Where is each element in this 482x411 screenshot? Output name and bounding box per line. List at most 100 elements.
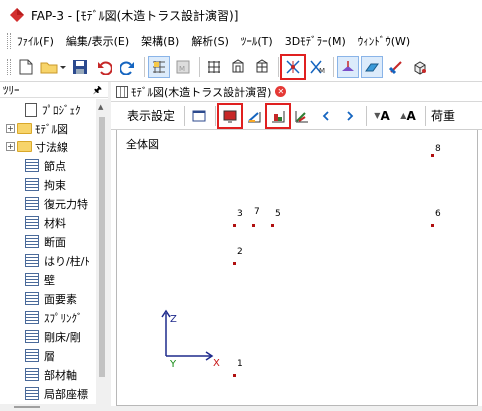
node-point[interactable]	[431, 224, 434, 227]
support-node-button[interactable]	[280, 53, 306, 80]
expand-icon[interactable]: +	[6, 124, 15, 133]
tree-item-rigid-floor[interactable]: 剛床/剛	[25, 327, 81, 346]
new-file-button[interactable]	[15, 56, 37, 78]
z-axis-label: Z	[170, 314, 177, 325]
frame-view-a-button[interactable]	[203, 56, 225, 78]
tree-item-sections[interactable]: 断面	[25, 232, 66, 251]
axis-view-xy-button[interactable]	[291, 105, 313, 127]
scroll-up-icon[interactable]: ▲	[98, 103, 103, 111]
tree-item-nodes[interactable]: 節点	[25, 156, 66, 175]
display-settings-button[interactable]: 表示設定	[127, 107, 175, 124]
label-size-down-button[interactable]: ▼ A	[370, 105, 394, 127]
scrollbar-thumb[interactable]	[14, 406, 40, 408]
tree-item-model-view[interactable]: + ﾓﾃﾞﾙ図	[6, 119, 68, 138]
scrollbar-thumb[interactable]	[99, 117, 105, 377]
tree-item-local-coords[interactable]: 局部座標	[25, 384, 88, 403]
chevron-left-icon	[322, 110, 329, 121]
table-icon	[25, 292, 39, 305]
tree-item-label: 剛床/剛	[44, 330, 81, 344]
load-button[interactable]: 荷重	[431, 107, 455, 124]
frame-view-icon	[208, 60, 220, 73]
tree-item-label: 復元力特	[44, 197, 88, 211]
document-tab-bar: ﾓﾃﾞﾙ図(木造トラス設計演習) ✕	[111, 82, 482, 102]
project-tree: ﾌﾟﾛｼﾞｪｸ + ﾓﾃﾞﾙ図 + 寸法線 節点 拘束 復元力特 材料 断面 は…	[0, 99, 96, 404]
title-bar: FAP-3 - [ﾓﾃﾞﾙ図(木造トラス設計演習)]	[0, 0, 482, 30]
table-icon	[25, 254, 39, 267]
tree-item-materials[interactable]: 材料	[25, 213, 66, 232]
node-point[interactable]	[233, 374, 236, 377]
tree-item-dimension-lines[interactable]: + 寸法線	[6, 137, 68, 156]
tree-item-walls[interactable]: 壁	[25, 270, 55, 289]
tab-model-view[interactable]: ﾓﾃﾞﾙ図(木造トラス設計演習)	[131, 84, 271, 100]
table-icon	[25, 235, 39, 248]
node-label: 6	[435, 209, 441, 219]
toolbar-separator	[144, 56, 145, 77]
load-d-button[interactable]	[409, 56, 431, 78]
load-a-button[interactable]	[337, 55, 359, 78]
previous-button[interactable]	[315, 105, 337, 127]
save-button[interactable]	[69, 56, 91, 78]
grid-toggle-button[interactable]	[148, 55, 170, 78]
svg-text:M: M	[179, 65, 185, 73]
expand-icon[interactable]: +	[6, 142, 15, 151]
display-mode-button[interactable]	[217, 102, 244, 129]
node-label: 2	[237, 247, 243, 257]
menu-tools[interactable]: ﾂｰﾙ(T)	[241, 33, 273, 49]
tree-horizontal-scrollbar[interactable]	[0, 404, 108, 411]
menu-window[interactable]: ｳｨﾝﾄﾞｳ(W)	[358, 33, 410, 49]
node-point[interactable]	[431, 154, 434, 157]
node-point[interactable]	[233, 262, 236, 265]
tree-vertical-scrollbar[interactable]: ▲	[96, 99, 108, 404]
model-canvas[interactable]: 全体図 8 3 7 5 6 2 1 Z X Y	[116, 130, 478, 406]
menu-analysis[interactable]: 解析(S)	[191, 33, 229, 49]
tree-item-plane-elements[interactable]: 面要素	[25, 289, 77, 308]
table-icon	[25, 159, 39, 172]
panel-splitter[interactable]	[108, 82, 111, 411]
next-button[interactable]	[339, 105, 361, 127]
tree-item-restoring-force[interactable]: 復元力特	[25, 194, 88, 213]
frame-elevation-icon	[256, 58, 268, 72]
node-point[interactable]	[233, 224, 236, 227]
tree-item-stories[interactable]: 層	[25, 346, 55, 365]
table-icon	[25, 178, 39, 191]
label-size-up-button[interactable]: ▲ A	[396, 105, 420, 127]
close-icon[interactable]: ✕	[275, 86, 287, 97]
tree-item-beams-columns[interactable]: はり/柱/ﾄ	[25, 251, 90, 270]
undo-button[interactable]	[93, 56, 115, 78]
menu-3d-modeler[interactable]: 3Dﾓﾃﾞﾗｰ(M)	[285, 33, 346, 49]
menu-structure[interactable]: 架構(B)	[141, 33, 179, 49]
table-icon	[25, 273, 39, 286]
undo-icon	[98, 61, 112, 75]
frame-view-b-button[interactable]	[227, 56, 249, 78]
member-axis-icon: M	[310, 60, 325, 75]
node-label: 1	[237, 359, 243, 369]
load-3d-icon	[414, 60, 426, 75]
tree-item-project[interactable]: ﾌﾟﾛｼﾞｪｸ	[25, 100, 81, 119]
table-icon	[25, 387, 39, 400]
xy-plane-icon	[295, 110, 309, 122]
menu-edit-view[interactable]: 編集/表示(E)	[66, 33, 129, 49]
tree-item-label: 拘束	[44, 178, 66, 192]
print-button[interactable]	[188, 105, 210, 127]
redo-button[interactable]	[117, 56, 139, 78]
open-folder-button[interactable]	[39, 56, 67, 78]
tree-item-restraints[interactable]: 拘束	[25, 175, 66, 194]
frame-view-c-button[interactable]	[251, 56, 273, 78]
load-b-button[interactable]	[361, 55, 383, 78]
node-point[interactable]	[252, 224, 255, 227]
node-point[interactable]	[271, 224, 274, 227]
frame-section-icon	[232, 58, 244, 72]
member-axis-button[interactable]: M	[306, 56, 328, 78]
tree-item-member-axis[interactable]: 部材軸	[25, 365, 77, 384]
axis-view-yz-button[interactable]	[265, 102, 292, 129]
axis-view-xz-button[interactable]	[243, 105, 265, 127]
tree-item-label: ﾓﾃﾞﾙ図	[35, 122, 68, 136]
new-file-icon	[19, 59, 33, 74]
structure-model-button[interactable]: M	[172, 56, 194, 78]
tree-item-springs[interactable]: ｽﾌﾟﾘﾝｸﾞ	[25, 308, 83, 327]
pin-icon[interactable]: 🖈	[93, 83, 102, 100]
menu-file[interactable]: ﾌｧｲﾙ(F)	[17, 33, 54, 49]
load-c-button[interactable]	[385, 56, 407, 78]
table-icon	[25, 330, 39, 343]
table-icon	[25, 368, 39, 381]
